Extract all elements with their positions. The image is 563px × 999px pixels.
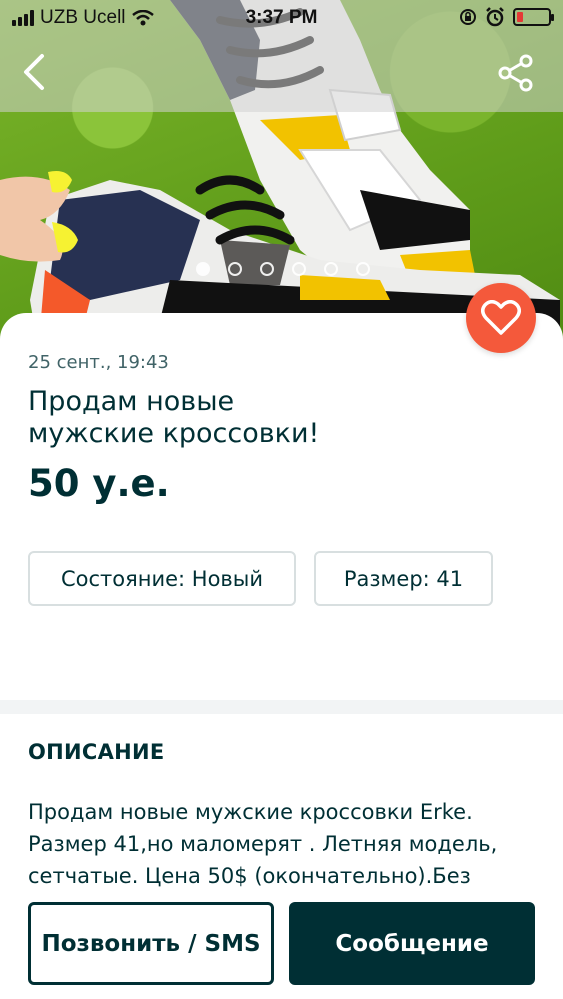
call-sms-label: Позвонить / SMS	[41, 930, 261, 957]
back-button[interactable]	[18, 52, 52, 92]
message-label: Сообщение	[335, 930, 489, 957]
favorite-button[interactable]	[466, 283, 536, 353]
battery-icon	[513, 8, 554, 26]
description-line: Продам новые мужские кроссовки Erke.	[28, 800, 473, 824]
condition-chip-label: Состояние: Новый	[60, 566, 264, 591]
orientation-lock-icon	[460, 9, 476, 25]
listing-title-line: Продам новые	[28, 386, 235, 417]
listing-title: Продам новые мужские кроссовки!	[28, 386, 428, 450]
description-line: Размер 41,но маломерят . Летняя модель,	[28, 832, 498, 856]
share-icon	[498, 54, 533, 92]
call-sms-button[interactable]: Позвонить / SMS	[28, 902, 274, 985]
status-bar: UZB Ucell 3:37 PM	[0, 0, 563, 36]
gallery-dot[interactable]	[356, 262, 370, 276]
chevron-left-icon	[24, 54, 44, 90]
description-heading: ОПИСАНИЕ	[28, 740, 165, 764]
size-chip-label: Размер: 41	[343, 566, 464, 591]
gallery-dot[interactable]	[228, 262, 242, 276]
listing-price: 50 у.е.	[28, 462, 170, 505]
gallery-dot[interactable]	[196, 262, 210, 276]
share-button[interactable]	[497, 54, 535, 92]
listing-title-line: мужские кроссовки!	[28, 418, 320, 449]
gallery-dot[interactable]	[260, 262, 274, 276]
gallery-pagination	[196, 262, 370, 276]
alarm-icon	[486, 7, 504, 27]
message-button[interactable]: Сообщение	[289, 902, 535, 985]
description-text: Продам новые мужские кроссовки Erke. Раз…	[28, 796, 538, 892]
heart-icon	[481, 300, 521, 335]
section-divider	[0, 700, 563, 714]
gallery-dot[interactable]	[324, 262, 338, 276]
condition-chip: Состояние: Новый	[28, 551, 296, 606]
gallery-dot[interactable]	[292, 262, 306, 276]
listing-date: 25 сент., 19:43	[28, 352, 169, 373]
size-chip: Размер: 41	[314, 551, 493, 606]
